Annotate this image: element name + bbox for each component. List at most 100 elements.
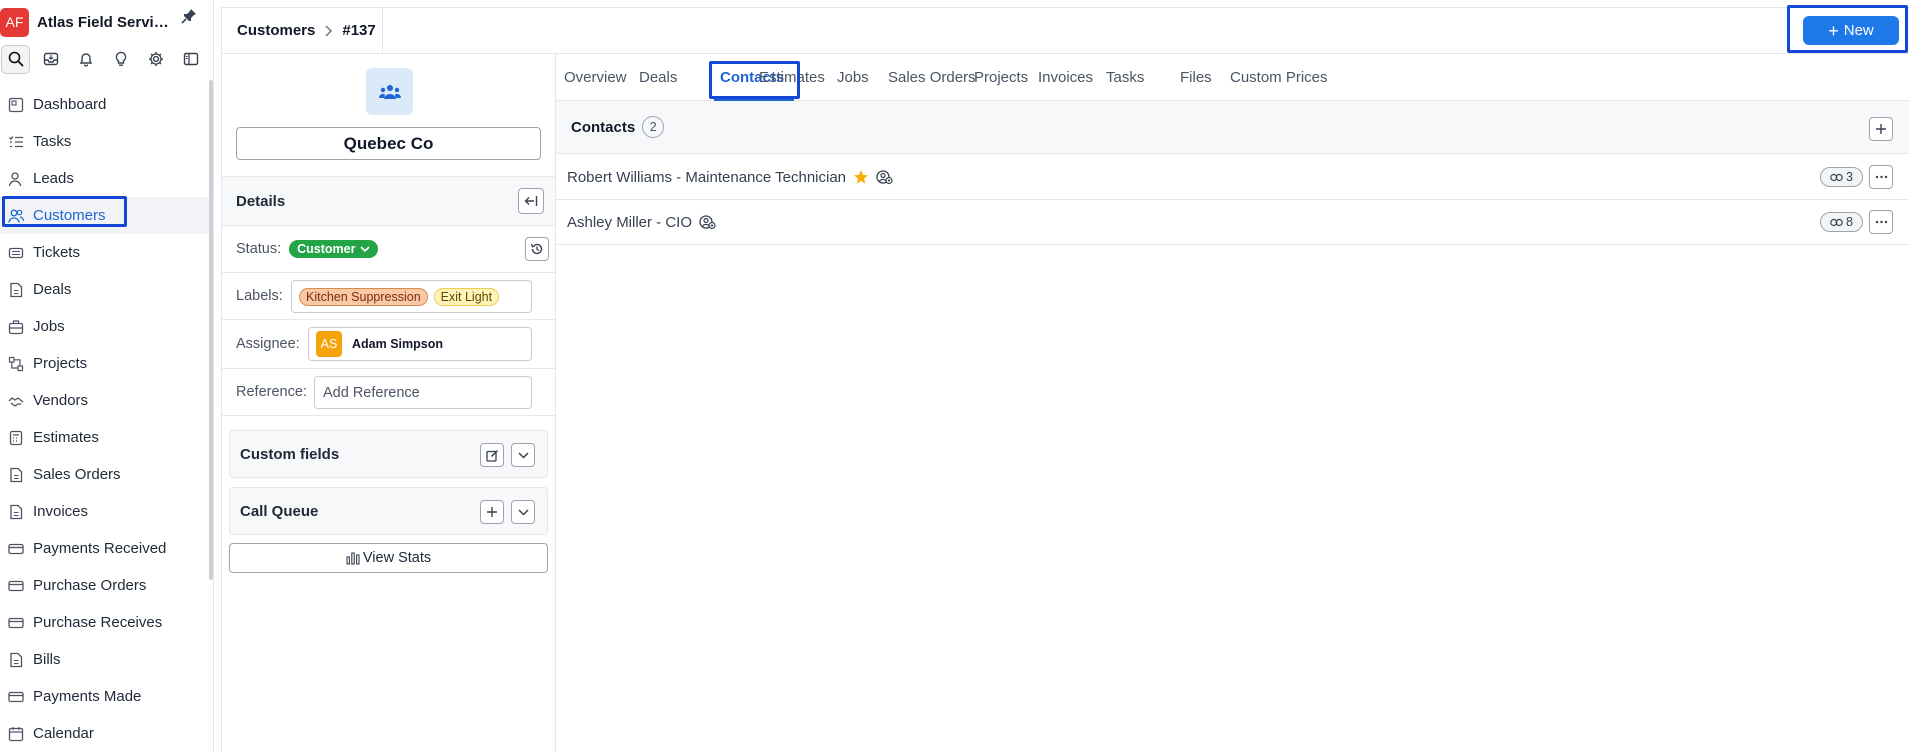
sidebar-item-purchase-orders[interactable]: Purchase Orders <box>0 567 212 604</box>
sidebar-item-tasks[interactable]: Tasks <box>0 123 212 160</box>
estimates-icon <box>8 430 24 446</box>
sidebar-item-estimates[interactable]: Estimates <box>0 419 212 456</box>
bell-icon[interactable] <box>71 45 100 74</box>
view-stats-button[interactable]: View Stats <box>229 543 548 573</box>
contact-name-link[interactable]: Robert Williams - Maintenance Technician <box>567 169 846 186</box>
tab-overview[interactable]: Overview <box>564 54 627 101</box>
star-icon[interactable] <box>853 169 869 185</box>
edit-icon <box>485 449 499 462</box>
details-header: Details <box>222 176 555 226</box>
breadcrumb-record-id: #137 <box>342 22 376 39</box>
label-chip[interactable]: Kitchen Suppression <box>299 287 428 306</box>
sidebar-item-invoices[interactable]: Invoices <box>0 493 212 530</box>
sidebar-toolbar <box>0 44 214 74</box>
reference-input[interactable]: Add Reference <box>314 376 532 409</box>
sidebar-item-label: Payments Received <box>33 540 167 557</box>
linked-records-badge[interactable]: 3 <box>1820 167 1863 187</box>
sidebar-item-label: Jobs <box>33 318 65 335</box>
sidebar-item-label: Dashboard <box>33 96 107 113</box>
vendors-icon <box>8 393 24 409</box>
assignee-name: Adam Simpson <box>352 337 443 351</box>
sidebar-item-label: Invoices <box>33 503 89 520</box>
status-history-button[interactable] <box>525 237 549 261</box>
linked-records-count: 3 <box>1846 170 1853 184</box>
sidebar-item-projects[interactable]: Projects <box>0 345 212 382</box>
labels-label: Labels: <box>236 288 283 304</box>
status-dropdown[interactable]: Customer <box>289 240 379 258</box>
projects-icon <box>8 356 24 372</box>
assignee-field[interactable]: AS Adam Simpson <box>308 327 532 361</box>
payments-made-icon <box>8 689 24 705</box>
plus-icon <box>1875 123 1887 135</box>
tab-custom-prices[interactable]: Custom Prices <box>1230 54 1328 101</box>
tab-deals[interactable]: Deals <box>639 54 677 101</box>
app-logo: AF <box>0 7 29 37</box>
lightbulb-icon[interactable] <box>106 45 135 74</box>
customer-name-field[interactable]: Quebec Co <box>236 127 541 160</box>
sidebar-item-payments-received[interactable]: Payments Received <box>0 530 212 567</box>
linked-records-badge[interactable]: 8 <box>1820 212 1863 232</box>
new-button[interactable]: + New <box>1803 16 1899 45</box>
app-name: Atlas Field Servic... <box>37 13 171 31</box>
status-label: Status: <box>236 241 282 257</box>
inbox-icon[interactable] <box>36 45 65 74</box>
sidebar-item-tickets[interactable]: Tickets <box>0 234 212 271</box>
label-chip[interactable]: Exit Light <box>433 287 500 306</box>
tab-files[interactable]: Files <box>1180 54 1212 101</box>
contact-row[interactable]: Ashley Miller - CIO 8 <box>556 200 1909 245</box>
sidebar-item-customers[interactable]: Customers <box>0 197 212 234</box>
tasks-icon <box>8 134 24 150</box>
tab-jobs[interactable]: Jobs <box>837 54 869 101</box>
add-contact-button[interactable] <box>1869 117 1893 141</box>
contact-name-link[interactable]: Ashley Miller - CIO <box>567 214 692 231</box>
sidebar-item-purchase-receives[interactable]: Purchase Receives <box>0 604 212 641</box>
add-call-queue-button[interactable] <box>480 500 504 524</box>
contact-row[interactable]: Robert Williams - Maintenance Technician… <box>556 155 1909 200</box>
invoices-icon <box>8 504 24 520</box>
sidebar-item-bills[interactable]: Bills <box>0 641 212 678</box>
sidebar-item-payments-made[interactable]: Payments Made <box>0 678 212 715</box>
sidebar-item-label: Estimates <box>33 429 99 446</box>
sidebar-item-jobs[interactable]: Jobs <box>0 308 212 345</box>
users-group-icon <box>378 84 401 100</box>
assignee-avatar: AS <box>316 331 342 357</box>
page-header: Customers #137 <box>221 7 1909 54</box>
collapse-panel-button[interactable] <box>518 188 544 214</box>
sidebar-item-sales-orders[interactable]: Sales Orders <box>0 456 212 493</box>
row-more-button[interactable] <box>1869 210 1893 234</box>
contacts-header: Contacts 2 <box>556 101 1909 154</box>
tab-invoices[interactable]: Invoices <box>1038 54 1093 101</box>
sidebar-item-deals[interactable]: Deals <box>0 271 212 308</box>
edit-custom-fields-button[interactable] <box>480 443 504 467</box>
search-icon[interactable] <box>1 44 30 74</box>
row-more-button[interactable] <box>1869 165 1893 189</box>
tab-sales-orders[interactable]: Sales Orders <box>888 54 976 101</box>
sidebar-item-label: Sales Orders <box>33 466 121 483</box>
sidebar-item-calendar[interactable]: Calendar <box>0 715 212 752</box>
pin-icon[interactable] <box>181 8 197 24</box>
purchase-orders-icon <box>8 578 24 594</box>
tab-tasks[interactable]: Tasks <box>1106 54 1144 101</box>
contacts-title: Contacts <box>571 118 636 136</box>
sidebar-item-leads[interactable]: Leads <box>0 160 212 197</box>
chevron-right-icon <box>324 24 333 37</box>
sidebar-item-label: Leads <box>33 170 74 187</box>
calendar-icon <box>8 726 24 742</box>
expand-call-queue-button[interactable] <box>511 500 535 524</box>
portal-user-icon[interactable] <box>876 169 893 185</box>
expand-custom-fields-button[interactable] <box>511 443 535 467</box>
sidebar: AF Atlas Field Servic... Dashboard Tasks L… <box>0 0 214 752</box>
breadcrumb-customers-link[interactable]: Customers <box>237 22 315 39</box>
sidebar-toggle-icon[interactable] <box>176 45 205 74</box>
chevron-down-icon <box>360 245 371 253</box>
details-title: Details <box>236 192 286 210</box>
gear-icon[interactable] <box>141 45 170 74</box>
portal-user-icon[interactable] <box>699 214 716 230</box>
tab-projects[interactable]: Projects <box>974 54 1028 101</box>
sidebar-item-label: Deals <box>33 281 72 298</box>
sidebar-item-vendors[interactable]: Vendors <box>0 382 212 419</box>
sidebar-item-dashboard[interactable]: Dashboard <box>0 86 212 123</box>
sidebar-scrollbar[interactable] <box>209 80 213 580</box>
breadcrumb: Customers #137 <box>222 8 383 53</box>
labels-field[interactable]: Kitchen Suppression Exit Light <box>291 280 532 313</box>
